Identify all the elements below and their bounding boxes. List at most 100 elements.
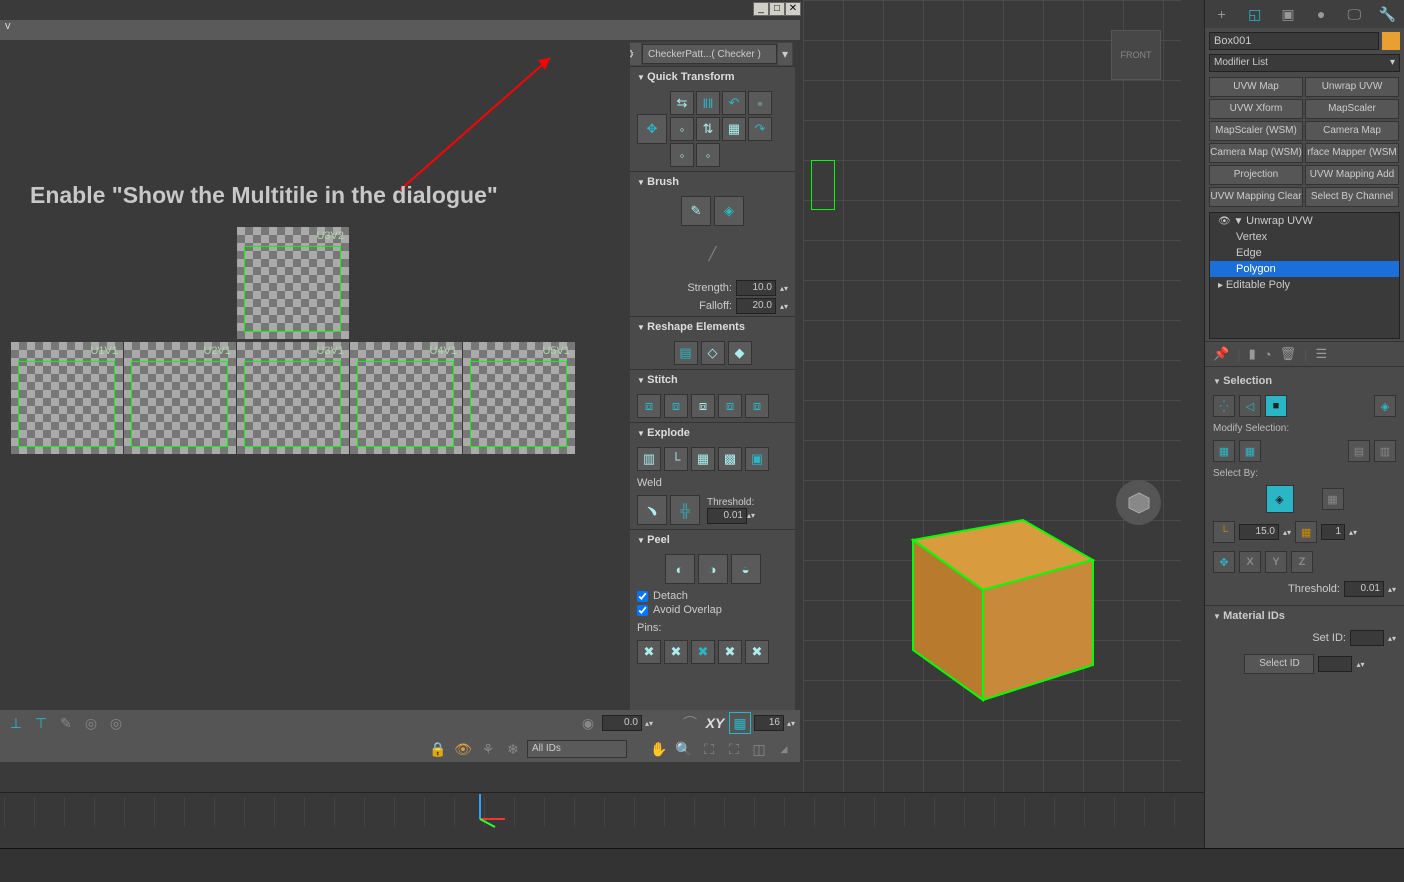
pin-stack-icon[interactable]: 📌 (1213, 346, 1229, 362)
shrink-icon[interactable]: ▦ (1239, 440, 1261, 462)
quick-transform-header[interactable]: Quick Transform (630, 67, 795, 87)
target2-icon[interactable]: ◎ (105, 712, 127, 734)
modifier-list-dropdown[interactable]: Modifier List ▾ (1209, 54, 1400, 72)
modifier-button[interactable]: Projection (1209, 165, 1303, 185)
slot-icon1[interactable]: ◦ (748, 91, 772, 115)
zoom-icon[interactable]: 🔍 (673, 738, 695, 760)
sub-edge-button[interactable]: ◁ (1239, 395, 1261, 417)
stitch4-icon[interactable]: ⧈ (718, 394, 742, 418)
modifier-button[interactable]: Camera Map (WSM) (1209, 143, 1303, 163)
uv-tile[interactable]: U2V1 (124, 342, 236, 454)
modifier-button[interactable]: MapScaler (WSM) (1209, 121, 1303, 141)
sub-vertex-button[interactable]: ⁛ (1213, 395, 1235, 417)
slot-icon2[interactable]: ◦ (670, 117, 694, 141)
selection-rollout-header[interactable]: Selection (1205, 371, 1404, 391)
angle-input[interactable]: 15.0 (1239, 524, 1279, 540)
stitch-header[interactable]: Stitch (630, 370, 795, 390)
pin1-icon[interactable]: ✖ (637, 640, 661, 664)
selectid-input[interactable] (1318, 656, 1352, 672)
minimize-button[interactable]: _ (753, 2, 769, 16)
weld-threshold-input[interactable]: 0.01 (707, 508, 747, 524)
motion-tab[interactable]: ● (1305, 0, 1338, 28)
move-icon[interactable]: ✥ (637, 114, 667, 144)
uv-face[interactable] (357, 361, 454, 447)
modifier-button[interactable]: Camera Map (1305, 121, 1399, 141)
x-button[interactable]: X (1239, 551, 1261, 573)
hierarchy-tab[interactable]: ▣ (1271, 0, 1304, 28)
align-v-icon[interactable]: ⇅ (696, 117, 720, 141)
peel2-icon[interactable]: ◑ (698, 554, 728, 584)
stack-edge[interactable]: Edge (1210, 245, 1399, 261)
uv-tile[interactable]: U1V1 (11, 342, 123, 454)
configure-icon[interactable]: ☰ (1316, 346, 1328, 362)
brush-tool-icon[interactable]: ✎ (55, 712, 77, 734)
exp4-icon[interactable]: ▩ (718, 447, 742, 471)
rotate-cw-icon[interactable]: ↷ (748, 117, 772, 141)
cube-zoom-icon[interactable]: ◫ (748, 738, 770, 760)
mirror-h-icon[interactable]: ⊥ (5, 712, 27, 734)
uv-face[interactable] (244, 246, 341, 332)
y-button[interactable]: Y (1265, 551, 1287, 573)
stitch5-icon[interactable]: ⧈ (745, 394, 769, 418)
hand-icon[interactable]: ✋ (648, 738, 670, 760)
angle-icon[interactable]: └ (1213, 521, 1235, 543)
modifier-button[interactable]: UVW Mapping Clear (1209, 187, 1303, 207)
falloff-shape-icon[interactable]: ◉ (577, 712, 599, 734)
strength-input[interactable]: 10.0 (736, 280, 776, 296)
relax-brush-icon[interactable]: ◈ (714, 196, 744, 226)
stitch1-icon[interactable]: ⧈ (637, 394, 661, 418)
soft-sel-input[interactable]: 0.0 (602, 715, 642, 731)
relax-f-icon[interactable]: ◆ (728, 341, 752, 365)
close-button[interactable]: ✕ (785, 2, 801, 16)
explode-header[interactable]: Explode (630, 423, 795, 443)
show-end-icon[interactable]: ▮ (1249, 346, 1256, 362)
ids-dropdown[interactable]: All IDs (527, 740, 627, 758)
curve-icon[interactable]: ⌒ (679, 712, 701, 734)
box-object[interactable] (883, 480, 1113, 713)
grow-icon[interactable]: ▦ (1213, 440, 1235, 462)
slot-icon4[interactable]: ◦ (696, 143, 720, 167)
weld-target-icon[interactable]: ﹅ (637, 495, 667, 525)
ring-icon[interactable]: ▥ (1374, 440, 1396, 462)
modifier-button[interactable]: UVW Map (1209, 77, 1303, 97)
uv-tile[interactable]: U3V1 (237, 342, 349, 454)
material-dropdown[interactable]: CheckerPatt...( Checker ) (642, 44, 777, 64)
pin5-icon[interactable]: ✖ (745, 640, 769, 664)
material-arrow-button[interactable]: ▾ (778, 43, 792, 65)
weld-sel-icon[interactable]: ╬ (670, 495, 700, 525)
flow1-icon[interactable]: ⚘ (477, 738, 499, 760)
display-tab[interactable]: 🖵 (1338, 0, 1371, 28)
target1-icon[interactable]: ◎ (80, 712, 102, 734)
stitch3-icon[interactable]: ⧈ (691, 394, 715, 418)
setid-input[interactable] (1350, 630, 1384, 646)
sg-input[interactable]: 1 (1321, 524, 1345, 540)
matids-rollout-header[interactable]: Material IDs (1205, 606, 1404, 626)
stack-vertex[interactable]: Vertex (1210, 229, 1399, 245)
matid-select-icon[interactable]: ▦ (1322, 488, 1344, 510)
brush-header[interactable]: Brush (630, 172, 795, 192)
avoid-overlap-checkbox[interactable] (637, 605, 648, 616)
planar-select-icon[interactable]: ◈ (1266, 485, 1294, 513)
lock-icon[interactable]: 🔒 (427, 738, 449, 760)
unique-icon[interactable]: ◔ (1264, 347, 1272, 362)
modifier-button[interactable]: Unwrap UVW (1305, 77, 1399, 97)
peel3-icon[interactable]: ◒ (731, 554, 761, 584)
zoom-extents-icon[interactable]: ⛶ (723, 738, 745, 760)
detach-checkbox[interactable] (637, 591, 648, 602)
stitch2-icon[interactable]: ⧈ (664, 394, 688, 418)
uv-face[interactable] (18, 361, 115, 447)
tile-count-input[interactable]: 16 (754, 715, 784, 731)
align-h-icon[interactable]: ⇆ (670, 91, 694, 115)
viewcube-persp[interactable] (1116, 480, 1161, 525)
element-button[interactable]: ◈ (1374, 395, 1396, 417)
trash-icon[interactable]: 🗑 (1280, 346, 1297, 362)
peel-header[interactable]: Peel (630, 530, 795, 550)
uv-tile[interactable]: U4V1 (350, 342, 462, 454)
resize-grip[interactable]: ◢ (773, 738, 795, 760)
pin3-icon[interactable]: ✖ (691, 640, 715, 664)
uv-tile[interactable]: U3V2 (237, 227, 349, 339)
peel1-icon[interactable]: ◐ (665, 554, 695, 584)
z-button[interactable]: Z (1291, 551, 1313, 573)
object-name-input[interactable] (1209, 32, 1379, 50)
straighten-icon[interactable]: ▤ (674, 341, 698, 365)
